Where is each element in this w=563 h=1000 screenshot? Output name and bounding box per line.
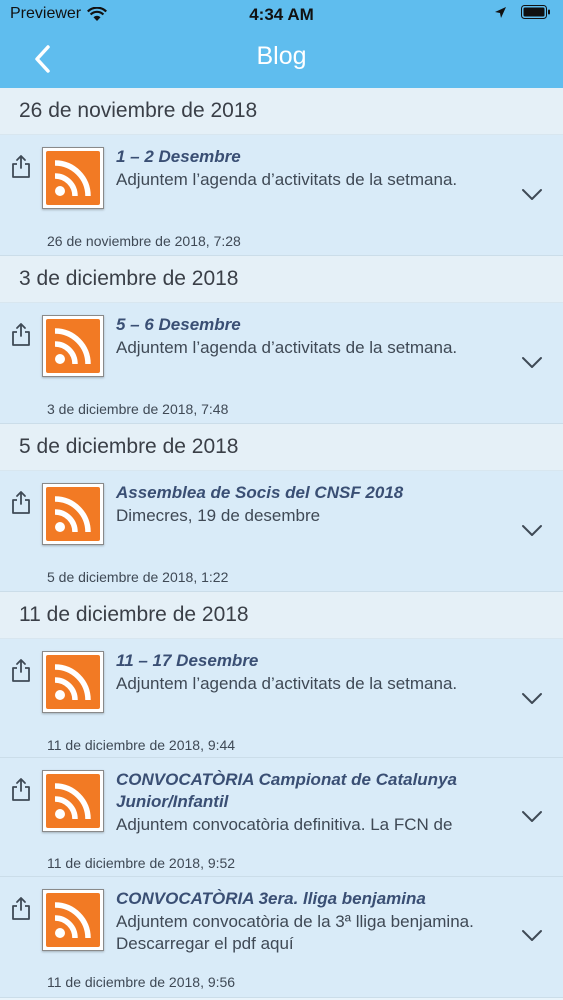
item-title[interactable]: 5 – 6 Desembre xyxy=(116,314,506,336)
item-timestamp: 11 de diciembre de 2018, 9:44 xyxy=(47,737,236,753)
list-item[interactable]: 5 – 6 Desembre Adjuntem l’agenda d’activ… xyxy=(0,303,563,424)
item-title[interactable]: CONVOCATÒRIA 3era. lliga benjamina xyxy=(116,888,506,910)
rss-icon xyxy=(54,496,91,533)
chevron-down-icon[interactable] xyxy=(521,524,543,538)
page-title: Blog xyxy=(256,42,307,70)
section-date-header: 3 de diciembre de 2018 xyxy=(0,256,563,303)
item-description: Adjuntem l’agenda d’activitats de la set… xyxy=(116,674,458,693)
rss-thumbnail[interactable] xyxy=(42,770,104,832)
item-title[interactable]: Assemblea de Socis del CNSF 2018 xyxy=(116,482,506,504)
location-arrow-icon xyxy=(495,6,506,18)
section-date-header: 26 de noviembre de 2018 xyxy=(0,88,563,135)
item-description: Adjuntem l’agenda d’activitats de la set… xyxy=(116,338,458,357)
share-icon[interactable] xyxy=(10,321,32,347)
share-icon[interactable] xyxy=(10,895,32,921)
chevron-down-icon[interactable] xyxy=(521,188,543,202)
chevron-down-icon[interactable] xyxy=(521,692,543,706)
list-item[interactable]: CONVOCATÒRIA 3era. lliga benjamina Adjun… xyxy=(0,877,563,998)
rss-thumbnail[interactable] xyxy=(42,315,104,377)
item-timestamp: 3 de diciembre de 2018, 7:48 xyxy=(47,401,229,417)
blog-list[interactable]: 26 de noviembre de 2018 1 – 2 Desembre A… xyxy=(0,88,563,1000)
rss-thumbnail[interactable] xyxy=(42,147,104,209)
battery-icon xyxy=(521,5,550,19)
rss-icon xyxy=(54,328,91,365)
item-timestamp: 11 de diciembre de 2018, 9:56 xyxy=(47,974,236,990)
status-time: 4:34 AM xyxy=(249,5,314,24)
share-icon[interactable] xyxy=(10,657,32,683)
item-title[interactable]: 1 – 2 Desembre xyxy=(116,146,506,168)
share-icon[interactable] xyxy=(10,776,32,802)
item-description: Adjuntem l’agenda d’activitats de la set… xyxy=(116,170,458,189)
item-timestamp: 11 de diciembre de 2018, 9:52 xyxy=(47,855,236,871)
item-title[interactable]: CONVOCATÒRIA Campionat de Catalunya Juni… xyxy=(116,769,506,813)
item-description: Dimecres, 19 de desembre xyxy=(116,506,321,525)
rss-icon xyxy=(54,902,91,939)
rss-icon xyxy=(54,783,91,820)
item-description: Adjuntem convocatòria de la 3ª lliga ben… xyxy=(116,912,474,953)
item-timestamp: 26 de noviembre de 2018, 7:28 xyxy=(47,233,241,249)
list-item[interactable]: 11 – 17 Desembre Adjuntem l’agenda d’act… xyxy=(0,639,563,758)
section-date-header: 5 de diciembre de 2018 xyxy=(0,424,563,471)
item-description: Adjuntem convocatòria definitiva. La FCN… xyxy=(116,815,453,834)
rss-thumbnail[interactable] xyxy=(42,651,104,713)
share-icon[interactable] xyxy=(10,153,32,179)
item-title[interactable]: 11 – 17 Desembre xyxy=(116,650,506,672)
chevron-down-icon[interactable] xyxy=(521,929,543,943)
list-item[interactable]: CONVOCATÒRIA Campionat de Catalunya Juni… xyxy=(0,758,563,877)
rss-thumbnail[interactable] xyxy=(42,889,104,951)
status-bar: Previewer 4:34 AM xyxy=(0,0,563,30)
rss-icon xyxy=(54,160,91,197)
chevron-down-icon[interactable] xyxy=(521,810,543,824)
section-date-header: 11 de diciembre de 2018 xyxy=(0,592,563,639)
list-item[interactable]: Assemblea de Socis del CNSF 2018 Dimecre… xyxy=(0,471,563,592)
status-right xyxy=(494,5,551,19)
rss-icon xyxy=(54,664,91,701)
share-icon[interactable] xyxy=(10,489,32,515)
item-timestamp: 5 de diciembre de 2018, 1:22 xyxy=(47,569,229,585)
navigation-bar: Blog xyxy=(0,30,563,88)
chevron-down-icon[interactable] xyxy=(521,356,543,370)
list-item[interactable]: 1 – 2 Desembre Adjuntem l’agenda d’activ… xyxy=(0,135,563,256)
rss-thumbnail[interactable] xyxy=(42,483,104,545)
